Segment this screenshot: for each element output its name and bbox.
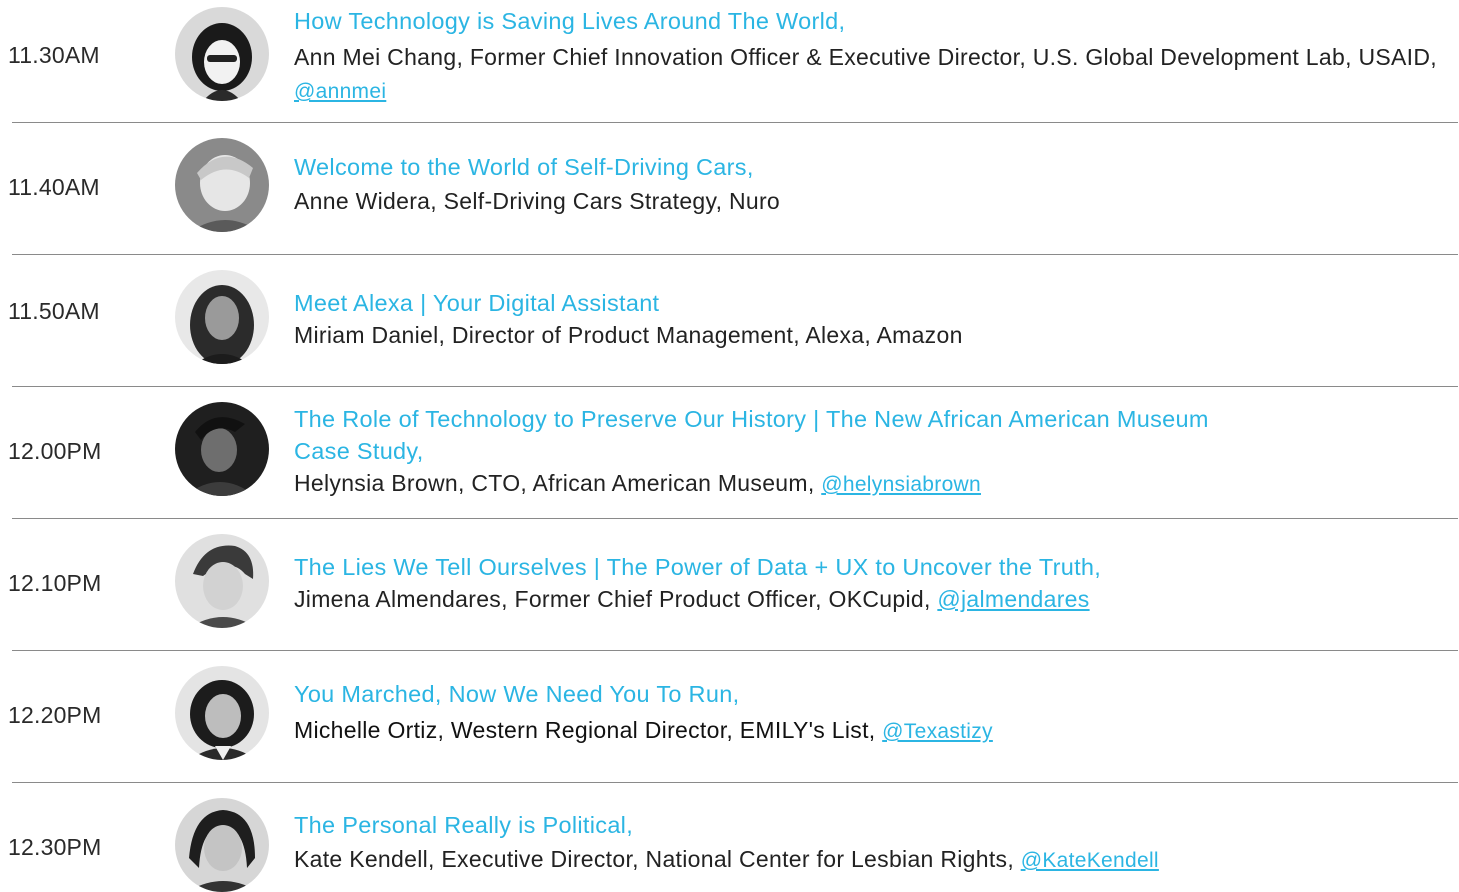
session-time: 12.00PM xyxy=(8,438,102,464)
speaker-avatar xyxy=(175,138,269,232)
session-time: 12.30PM xyxy=(8,834,102,860)
speaker-avatar xyxy=(175,534,269,628)
speaker-details: Kate Kendell, Executive Director, Nation… xyxy=(294,846,1021,872)
speaker-details: Jimena Almendares, Former Chief Product … xyxy=(294,586,938,612)
twitter-handle-link[interactable]: @annmei xyxy=(294,80,386,103)
twitter-handle-link[interactable]: @Texastizy xyxy=(882,720,993,743)
speaker-details: Anne Widera, Self-Driving Cars Strategy,… xyxy=(294,188,781,214)
row-divider xyxy=(12,650,1458,651)
session-time: 12.10PM xyxy=(8,570,102,596)
row-divider xyxy=(12,122,1458,123)
speaker-avatar xyxy=(175,666,269,760)
twitter-handle-link[interactable]: @jalmendares xyxy=(937,586,1089,612)
session-time: 11.30AM xyxy=(8,42,100,68)
speaker-details: Michelle Ortiz, Western Regional Directo… xyxy=(294,717,883,743)
row-divider xyxy=(12,386,1458,387)
speaker-info: Helynsia Brown, CTO, African American Mu… xyxy=(294,467,1214,501)
session-title[interactable]: Meet Alexa | Your Digital Assistant xyxy=(294,287,1444,319)
speaker-info: Jimena Almendares, Former Chief Product … xyxy=(294,583,1444,616)
session-title[interactable]: Welcome to the World of Self-Driving Car… xyxy=(294,151,1444,183)
session-time: 11.50AM xyxy=(8,298,100,324)
twitter-handle-link[interactable]: @KateKendell xyxy=(1021,849,1159,872)
session-title[interactable]: How Technology is Saving Lives Around Th… xyxy=(294,5,1444,37)
session-title[interactable]: You Marched, Now We Need You To Run, xyxy=(294,678,1444,710)
session-time: 12.20PM xyxy=(8,702,102,728)
row-divider xyxy=(12,782,1458,783)
speaker-details: Ann Mei Chang, Former Chief Innovation O… xyxy=(294,44,1437,70)
session-title[interactable]: The Lies We Tell Ourselves | The Power o… xyxy=(294,551,1444,583)
speaker-details: Miriam Daniel, Director of Product Manag… xyxy=(294,322,963,348)
speaker-info: Kate Kendell, Executive Director, Nation… xyxy=(294,843,1444,877)
speaker-avatar xyxy=(175,402,269,496)
speaker-avatar xyxy=(175,7,269,101)
row-divider xyxy=(12,254,1458,255)
speaker-avatar xyxy=(175,798,269,892)
speaker-info: Michelle Ortiz, Western Regional Directo… xyxy=(294,714,1444,748)
session-time: 11.40AM xyxy=(8,174,100,200)
speaker-details: Helynsia Brown, CTO, African American Mu… xyxy=(294,470,822,496)
session-title[interactable]: The Role of Technology to Preserve Our H… xyxy=(294,403,1214,467)
row-divider xyxy=(12,518,1458,519)
speaker-info: Ann Mei Chang, Former Chief Innovation O… xyxy=(294,41,1444,108)
session-title[interactable]: The Personal Really is Political, xyxy=(294,809,1444,841)
twitter-handle-link[interactable]: @helynsiabrown xyxy=(821,473,981,496)
speaker-avatar xyxy=(175,270,269,364)
